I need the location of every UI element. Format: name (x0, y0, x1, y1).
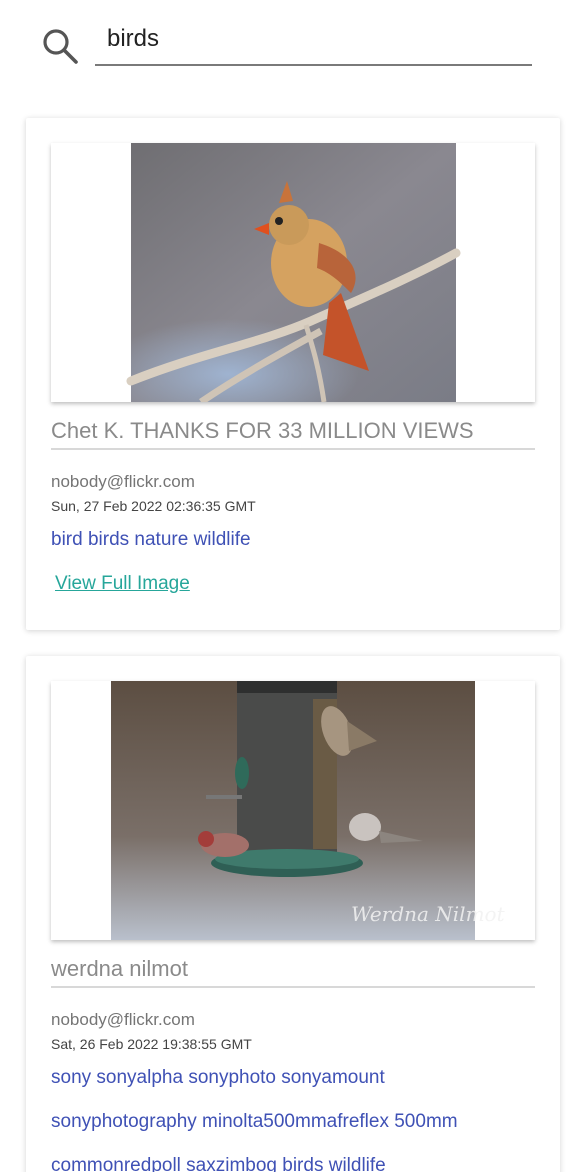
search-icon[interactable] (40, 26, 80, 66)
page: Chet K. THANKS FOR 33 MILLION VIEWS nobo… (0, 0, 588, 1172)
view-full-image-link[interactable]: View Full Image (55, 573, 190, 595)
result-date: Sun, 27 Feb 2022 02:36:35 GMT (51, 498, 256, 514)
tag-line: sonyphotography minolta500mmafreflex 500… (51, 1111, 458, 1132)
tag-line: sony sonyalpha sonyphoto sonyamount (51, 1067, 385, 1088)
result-title: Chet K. THANKS FOR 33 MILLION VIEWS (51, 418, 535, 450)
tag-line: commonredpoll saxzimbog birds wildlife (51, 1155, 386, 1172)
result-card: Werdna Nilmot werdna nilmot nobody@flick… (26, 656, 560, 1172)
search-input[interactable] (95, 14, 532, 66)
result-date: Sat, 26 Feb 2022 19:38:55 GMT (51, 1036, 252, 1052)
cardinal-photo[interactable] (51, 143, 535, 402)
result-author: nobody@flickr.com (51, 1010, 195, 1029)
result-title: werdna nilmot (51, 956, 535, 988)
result-image-frame: Werdna Nilmot (51, 681, 535, 940)
result-tags: bird birds nature wildlife (51, 529, 251, 550)
svg-text:Werdna Nilmot: Werdna Nilmot (351, 902, 506, 926)
result-author: nobody@flickr.com (51, 472, 195, 491)
result-tags: sony sonyalpha sonyphoto sonyamount sony… (51, 1056, 535, 1172)
result-image-frame (51, 143, 535, 402)
search-bar (0, 0, 588, 90)
bird-feeder-photo[interactable]: Werdna Nilmot (51, 681, 535, 940)
result-card: Chet K. THANKS FOR 33 MILLION VIEWS nobo… (26, 118, 560, 630)
